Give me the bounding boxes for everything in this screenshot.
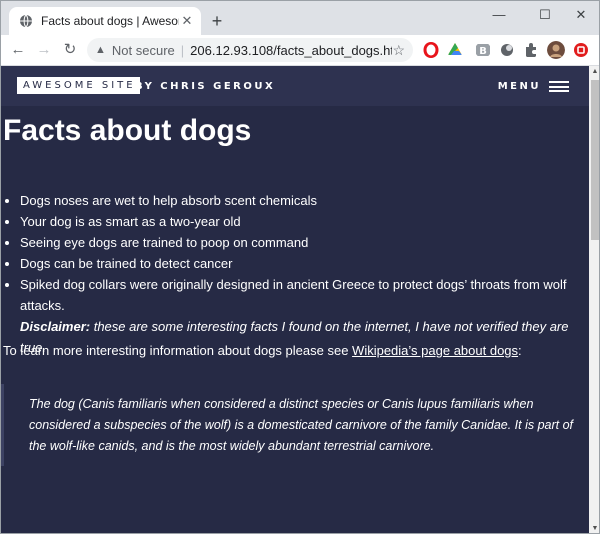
tab-title: Facts about dogs | Awesome Site [41,14,179,28]
not-secure-label[interactable]: Not secure [112,43,175,58]
scrollbar[interactable]: ▲ ▼ [589,66,599,533]
web-page: AWESOME SITE BY CHRIS GEROUX MENU Facts … [1,66,589,533]
site-byline: BY CHRIS GEROUX [135,81,276,92]
scrollbar-thumb[interactable] [591,80,599,240]
page-title: Facts about dogs [3,114,252,147]
forward-icon[interactable]: → [35,41,53,59]
circle-extension-icon[interactable] [499,42,515,58]
menu-label: MENU [497,81,541,92]
site-header: AWESOME SITE BY CHRIS GEROUX MENU [1,66,589,106]
scroll-up-icon[interactable]: ▲ [589,66,599,78]
browser-tab[interactable]: Facts about dogs | Awesome Site ✕ [9,7,201,35]
wikipedia-link[interactable]: Wikipedia’s page about dogs [352,343,518,358]
address-bar[interactable]: ▲ Not secure | 206.12.93.108/facts_about… [87,38,413,62]
facts-list: Dogs noses are wet to help absorb scent … [1,190,589,358]
list-item: Seeing eye dogs are trained to poop on c… [20,232,589,253]
list-item-text: Spiked dog collars were originally desig… [20,277,567,313]
list-item: Dogs noses are wet to help absorb scent … [20,190,589,211]
url-text[interactable]: 206.12.93.108/facts_about_dogs.html [190,43,392,58]
minimize-button[interactable]: — [479,5,519,25]
svg-text:B: B [479,46,487,57]
back-icon[interactable]: ← [9,41,27,59]
scroll-down-icon[interactable]: ▼ [589,523,599,533]
disclaimer-label: Disclaimer: [20,319,91,334]
omnibox-separator: | [180,42,185,58]
new-tab-button[interactable]: + [207,11,227,31]
learn-more-paragraph: To learn more interesting information ab… [3,342,522,360]
drive-icon[interactable] [447,42,463,58]
stop-icon[interactable] [573,42,589,58]
hamburger-icon [549,81,569,92]
list-item: Dogs can be trained to detect cancer [20,253,589,274]
puzzle-icon[interactable] [523,42,539,58]
learn-prefix: To learn more interesting information ab… [3,343,353,358]
menu-button[interactable]: MENU [498,78,569,95]
warning-icon[interactable]: ▲ [95,44,106,56]
maximize-button[interactable]: ☐ [525,5,565,25]
reload-icon[interactable]: ↻ [61,41,79,59]
browser-window: Facts about dogs | Awesome Site ✕ + — ☐ … [0,0,600,534]
learn-suffix: : [518,343,522,358]
close-window-button[interactable]: ✕ [561,5,599,25]
tab-strip: Facts about dogs | Awesome Site ✕ + — ☐ … [1,1,599,35]
globe-icon [20,14,32,28]
star-icon[interactable]: ☆ [392,42,405,59]
list-item: Your dog is as smart as a two-year old [20,211,589,232]
browser-toolbar: ← → ↻ ▲ Not secure | 206.12.93.108/facts… [1,35,599,66]
tab-close-icon[interactable]: ✕ [179,13,195,29]
b-extension-icon[interactable]: B [475,42,491,58]
blockquote: The dog (Canis familiaris when considere… [29,397,574,453]
blockquote-border [1,384,4,466]
site-logo[interactable]: AWESOME SITE [17,77,140,94]
opera-icon[interactable] [423,42,439,58]
avatar[interactable] [547,41,565,59]
